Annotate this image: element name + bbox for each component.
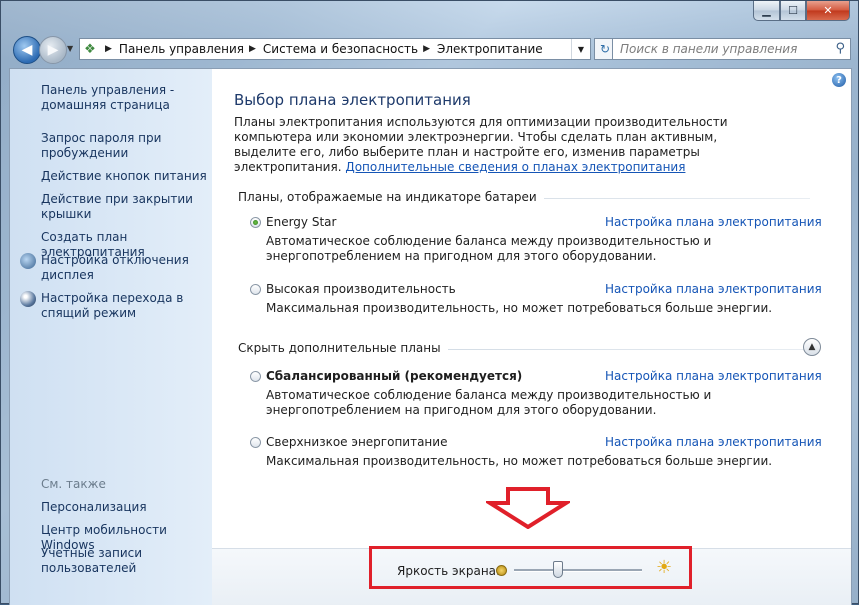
plan-description: Автоматическое соблюдение баланса между … — [266, 388, 712, 417]
forward-button[interactable]: ▶ — [39, 36, 67, 64]
sidebar-item-power-buttons[interactable]: Действие кнопок питания — [41, 169, 211, 184]
search-placeholder: Поиск в панели управления — [620, 42, 798, 56]
bright-sun-icon: ☀ — [656, 557, 673, 578]
close-button[interactable]: ✕ — [806, 1, 850, 21]
breadcrumb-separator[interactable]: ▶ — [423, 44, 430, 54]
plan-description: Максимальная производительность, но може… — [266, 454, 773, 468]
brightness-slider-thumb[interactable] — [552, 561, 563, 578]
chevron-up-icon: ▲ — [808, 342, 816, 352]
see-also-heading: См. также — [41, 477, 106, 491]
sidebar-item-home[interactable]: Панель управления - домашняя страница — [41, 83, 211, 113]
plan-settings-link[interactable]: Настройка плана электропитания — [605, 369, 822, 383]
sleep-icon — [20, 291, 36, 307]
collapse-button[interactable]: ▲ — [803, 338, 821, 356]
address-dropdown-button[interactable]: ▼ — [571, 39, 590, 59]
search-input[interactable]: Поиск в панели управления ⚲ — [612, 38, 851, 60]
group-hidden-plans-header: Скрыть дополнительные планы — [238, 341, 810, 357]
sidebar-item-lid-close[interactable]: Действие при закрытии крышки — [41, 192, 211, 222]
back-button[interactable]: ◀ — [13, 36, 41, 64]
navigation-bar: ◀ ▶ ▼ ❖ ▶ Панель управления ▶ Система и … — [9, 34, 851, 64]
group-battery-plans-header: Планы, отображаемые на индикаторе батаре… — [238, 190, 810, 206]
maximize-button[interactable]: ☐ — [780, 1, 806, 21]
recent-pages-dropdown[interactable]: ▼ — [67, 44, 73, 53]
display-icon — [20, 253, 36, 269]
plan-settings-link[interactable]: Настройка плана электропитания — [605, 435, 822, 449]
plan-radio[interactable] — [250, 217, 261, 228]
search-icon[interactable]: ⚲ — [835, 41, 845, 56]
brightness-slider-track[interactable] — [514, 569, 642, 572]
red-arrow-annotation-icon — [486, 487, 570, 529]
minimize-button[interactable]: ▁ — [753, 1, 780, 21]
plan-radio[interactable] — [250, 371, 261, 382]
sidebar-item-password-on-wake[interactable]: Запрос пароля при пробуждении — [41, 131, 211, 161]
more-info-link[interactable]: Дополнительные сведения о планах электро… — [345, 160, 685, 174]
group-hidden-plans-title[interactable]: Скрыть дополнительные планы — [238, 341, 448, 355]
address-bar[interactable]: ❖ ▶ Панель управления ▶ Система и безопа… — [79, 38, 591, 60]
arrow-left-icon: ◀ — [21, 42, 33, 58]
chevron-down-icon: ▼ — [577, 44, 585, 54]
arrow-right-icon: ▶ — [47, 42, 59, 58]
control-panel-icon: ❖ — [84, 41, 96, 57]
chevron-down-icon: ▼ — [67, 44, 74, 53]
see-also-personalization[interactable]: Персонализация — [41, 500, 211, 515]
plan-radio[interactable] — [250, 437, 261, 448]
breadcrumb-system-security[interactable]: Система и безопасность — [263, 42, 418, 56]
group-battery-plans-title: Планы, отображаемые на индикаторе батаре… — [238, 190, 544, 204]
plan-radio[interactable] — [250, 284, 261, 295]
plan-name[interactable]: Energy Star — [266, 215, 336, 229]
content-area: Панель управления - домашняя страница За… — [9, 68, 852, 605]
brightness-highlight: Яркость экрана: ☀ — [369, 546, 692, 589]
see-also-user-accounts[interactable]: Учетные записи пользователей — [41, 546, 211, 576]
plan-settings-link[interactable]: Настройка плана электропитания — [605, 215, 822, 229]
plan-name[interactable]: Сбалансированный (рекомендуется) — [266, 369, 522, 383]
caption-buttons: ▁ ☐ ✕ — [753, 1, 850, 21]
plan-settings-link[interactable]: Настройка плана электропитания — [605, 282, 822, 296]
breadcrumb-power-options[interactable]: Электропитание — [437, 42, 543, 56]
sidebar-item-sleep[interactable]: Настройка перехода в спящий режим — [41, 291, 211, 321]
sidebar-item-display-off[interactable]: Настройка отключения дисплея — [41, 253, 211, 283]
breadcrumb-separator[interactable]: ▶ — [249, 44, 256, 54]
control-panel-window: ▁ ☐ ✕ ◀ ▶ ▼ ❖ ▶ Панель управления ▶ Сист… — [0, 0, 859, 605]
breadcrumb-control-panel[interactable]: Панель управления — [119, 42, 244, 56]
plan-description: Максимальная производительность, но може… — [266, 301, 773, 315]
intro-text: Планы электропитания используются для оп… — [234, 115, 774, 175]
plan-name[interactable]: Высокая производительность — [266, 282, 456, 296]
plan-name[interactable]: Сверхнизкое энергопитание — [266, 435, 447, 449]
page-title: Выбор плана электропитания — [234, 91, 471, 109]
task-sidebar: Панель управления - домашняя страница За… — [10, 69, 212, 605]
brightness-label: Яркость экрана: — [397, 564, 501, 578]
breadcrumb-separator[interactable]: ▶ — [105, 44, 112, 54]
dim-brightness-icon — [496, 565, 507, 576]
refresh-icon: ↻ — [599, 42, 611, 56]
plan-description: Автоматическое соблюдение баланса между … — [266, 234, 712, 263]
